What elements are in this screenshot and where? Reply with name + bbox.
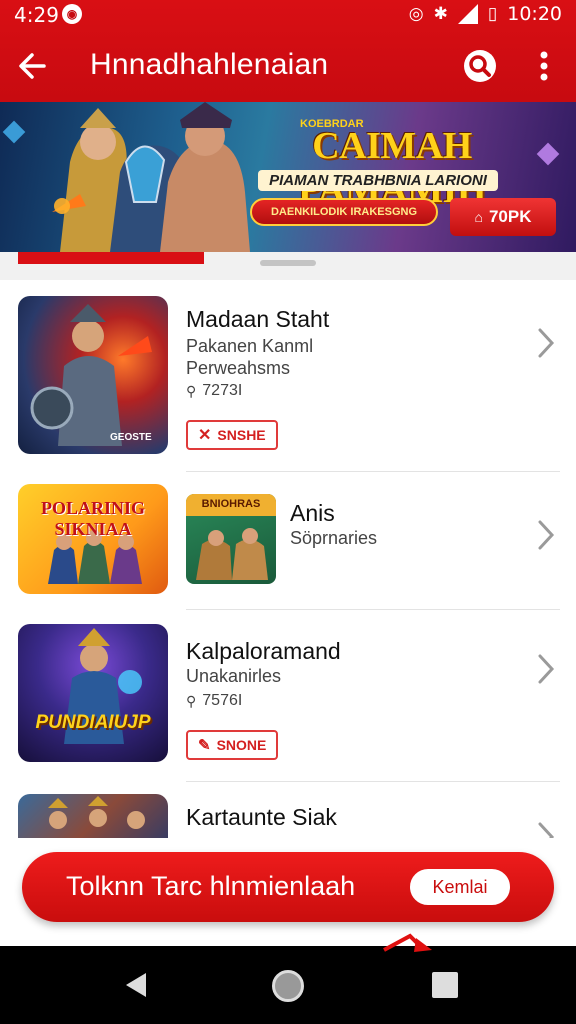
item-meta: ⚲ 7273I xyxy=(186,382,242,400)
item-tag[interactable]: ✕ SNSHE xyxy=(186,420,278,450)
item-meta-value: 7273I xyxy=(202,382,243,399)
bottom-cta-button[interactable]: Tolknn Tarc hlnmienlaah Kemlai xyxy=(22,852,554,922)
downloads-icon: ⚲ xyxy=(186,382,197,399)
chevron-right-icon[interactable] xyxy=(534,326,558,360)
cta-label: Tolknn Tarc hlnmienlaah xyxy=(66,871,356,901)
item-extra: Perweahsms xyxy=(186,358,291,378)
item-title: Kartaunte Siak xyxy=(186,804,337,830)
more-vert-icon[interactable] xyxy=(528,46,560,86)
item-tag-label: SNONE xyxy=(216,737,267,753)
item-title: Madaan Staht xyxy=(186,306,330,332)
bluetooth-icon: ✱ xyxy=(433,4,448,23)
item-tag[interactable]: ✎ SNONE xyxy=(186,730,279,760)
app-header: 4:29 ◉ ◎ ✱ ▯ 10:20 Hnnadhahlenaian xyxy=(0,0,576,104)
status-time: 4:29 xyxy=(14,3,59,27)
banner-subtitle: PIAMAN TRABHBNIA LARIONI xyxy=(258,170,498,191)
back-arrow-icon[interactable] xyxy=(14,46,54,86)
item-subtitle: Pakanen Kanml xyxy=(186,336,314,356)
item-meta: ⚲ 7576I xyxy=(186,692,242,710)
signal-icon xyxy=(457,4,478,24)
nav-home-icon[interactable] xyxy=(272,970,304,1002)
banner-button[interactable]: ⌂ 70PK xyxy=(450,198,556,236)
thumb-caption: PUNDIAIUJP xyxy=(35,712,151,733)
promo-banner[interactable]: KOEBRDAR CAIMAH PAMAMIH PIAMAN TRABHBNIA… xyxy=(0,102,576,252)
game-thumbnail: PUNDIAIUJP xyxy=(18,624,168,762)
close-icon: ✕ xyxy=(198,427,212,444)
list-item[interactable]: GEOSTE Madaan Staht Pakanen Kanml Perwea… xyxy=(0,296,576,472)
list-item[interactable]: Kartaunte Siak xyxy=(0,794,576,838)
carousel-indicator xyxy=(0,252,576,280)
pencil-icon: ✎ xyxy=(198,737,211,754)
status-bar: 4:29 ◉ ◎ ✱ ▯ 10:20 xyxy=(0,0,576,30)
item-subtitle: Unakanirles xyxy=(186,666,282,686)
banner-pill: DAENKILODIK IRAKESGNG xyxy=(250,198,438,226)
chevron-right-icon[interactable] xyxy=(534,518,558,552)
game-thumbnail: GEOSTE xyxy=(18,296,168,454)
status-clock: 10:20 xyxy=(507,3,562,25)
indicator-handle[interactable] xyxy=(260,260,316,266)
status-icons: ◎ ✱ ▯ 10:20 xyxy=(409,3,562,25)
indicator-active xyxy=(18,252,204,264)
list-item[interactable]: PUNDIAIUJP Kalpaloramand Unakanirles ⚲ 7… xyxy=(0,624,576,782)
thumb-caption: BNIOHRAS xyxy=(201,498,261,510)
page-title: Hnnadhahlenaian xyxy=(90,48,329,81)
system-nav-bar xyxy=(0,933,576,1024)
notification-icon: ◉ xyxy=(62,4,82,24)
game-thumbnail xyxy=(18,794,168,838)
search-icon[interactable] xyxy=(460,46,500,86)
divider xyxy=(186,609,560,610)
thumb-caption: POLARINIG SIKNIAA xyxy=(40,498,145,539)
item-tag-label: SNSHE xyxy=(217,427,266,443)
item-title: Kalpaloramand xyxy=(186,638,341,664)
divider xyxy=(186,781,560,782)
chevron-right-icon[interactable] xyxy=(534,652,558,686)
divider xyxy=(186,471,560,472)
nav-back-icon[interactable] xyxy=(122,970,152,1000)
item-title: Anis xyxy=(290,500,335,526)
game-thumbnail-small: BNIOHRAS xyxy=(186,494,276,584)
pointer-arrow-icon xyxy=(383,933,432,952)
app-bar: Hnnadhahlenaian xyxy=(0,32,576,102)
gem-icon xyxy=(2,120,26,144)
nav-recents-icon[interactable] xyxy=(432,972,458,998)
game-thumbnail: POLARINIG SIKNIAA xyxy=(18,484,168,594)
item-meta-value: 7576I xyxy=(202,692,243,709)
chevron-right-icon[interactable] xyxy=(534,820,558,838)
banner-button-label: 70PK xyxy=(488,207,532,226)
alarm-icon: ◎ xyxy=(408,4,424,23)
item-subtitle: Söprnaries xyxy=(290,528,378,548)
list-item[interactable]: POLARINIG SIKNIAA BNIOHRAS Anis Söprnari… xyxy=(0,484,576,610)
downloads-icon: ⚲ xyxy=(186,692,197,709)
lock-icon: ⌂ xyxy=(474,209,483,225)
cta-pill-button[interactable]: Kemlai xyxy=(410,869,510,905)
battery-icon: ▯ xyxy=(487,4,498,23)
hero-artwork xyxy=(52,102,250,252)
thumb-caption: GEOSTE xyxy=(110,432,152,443)
